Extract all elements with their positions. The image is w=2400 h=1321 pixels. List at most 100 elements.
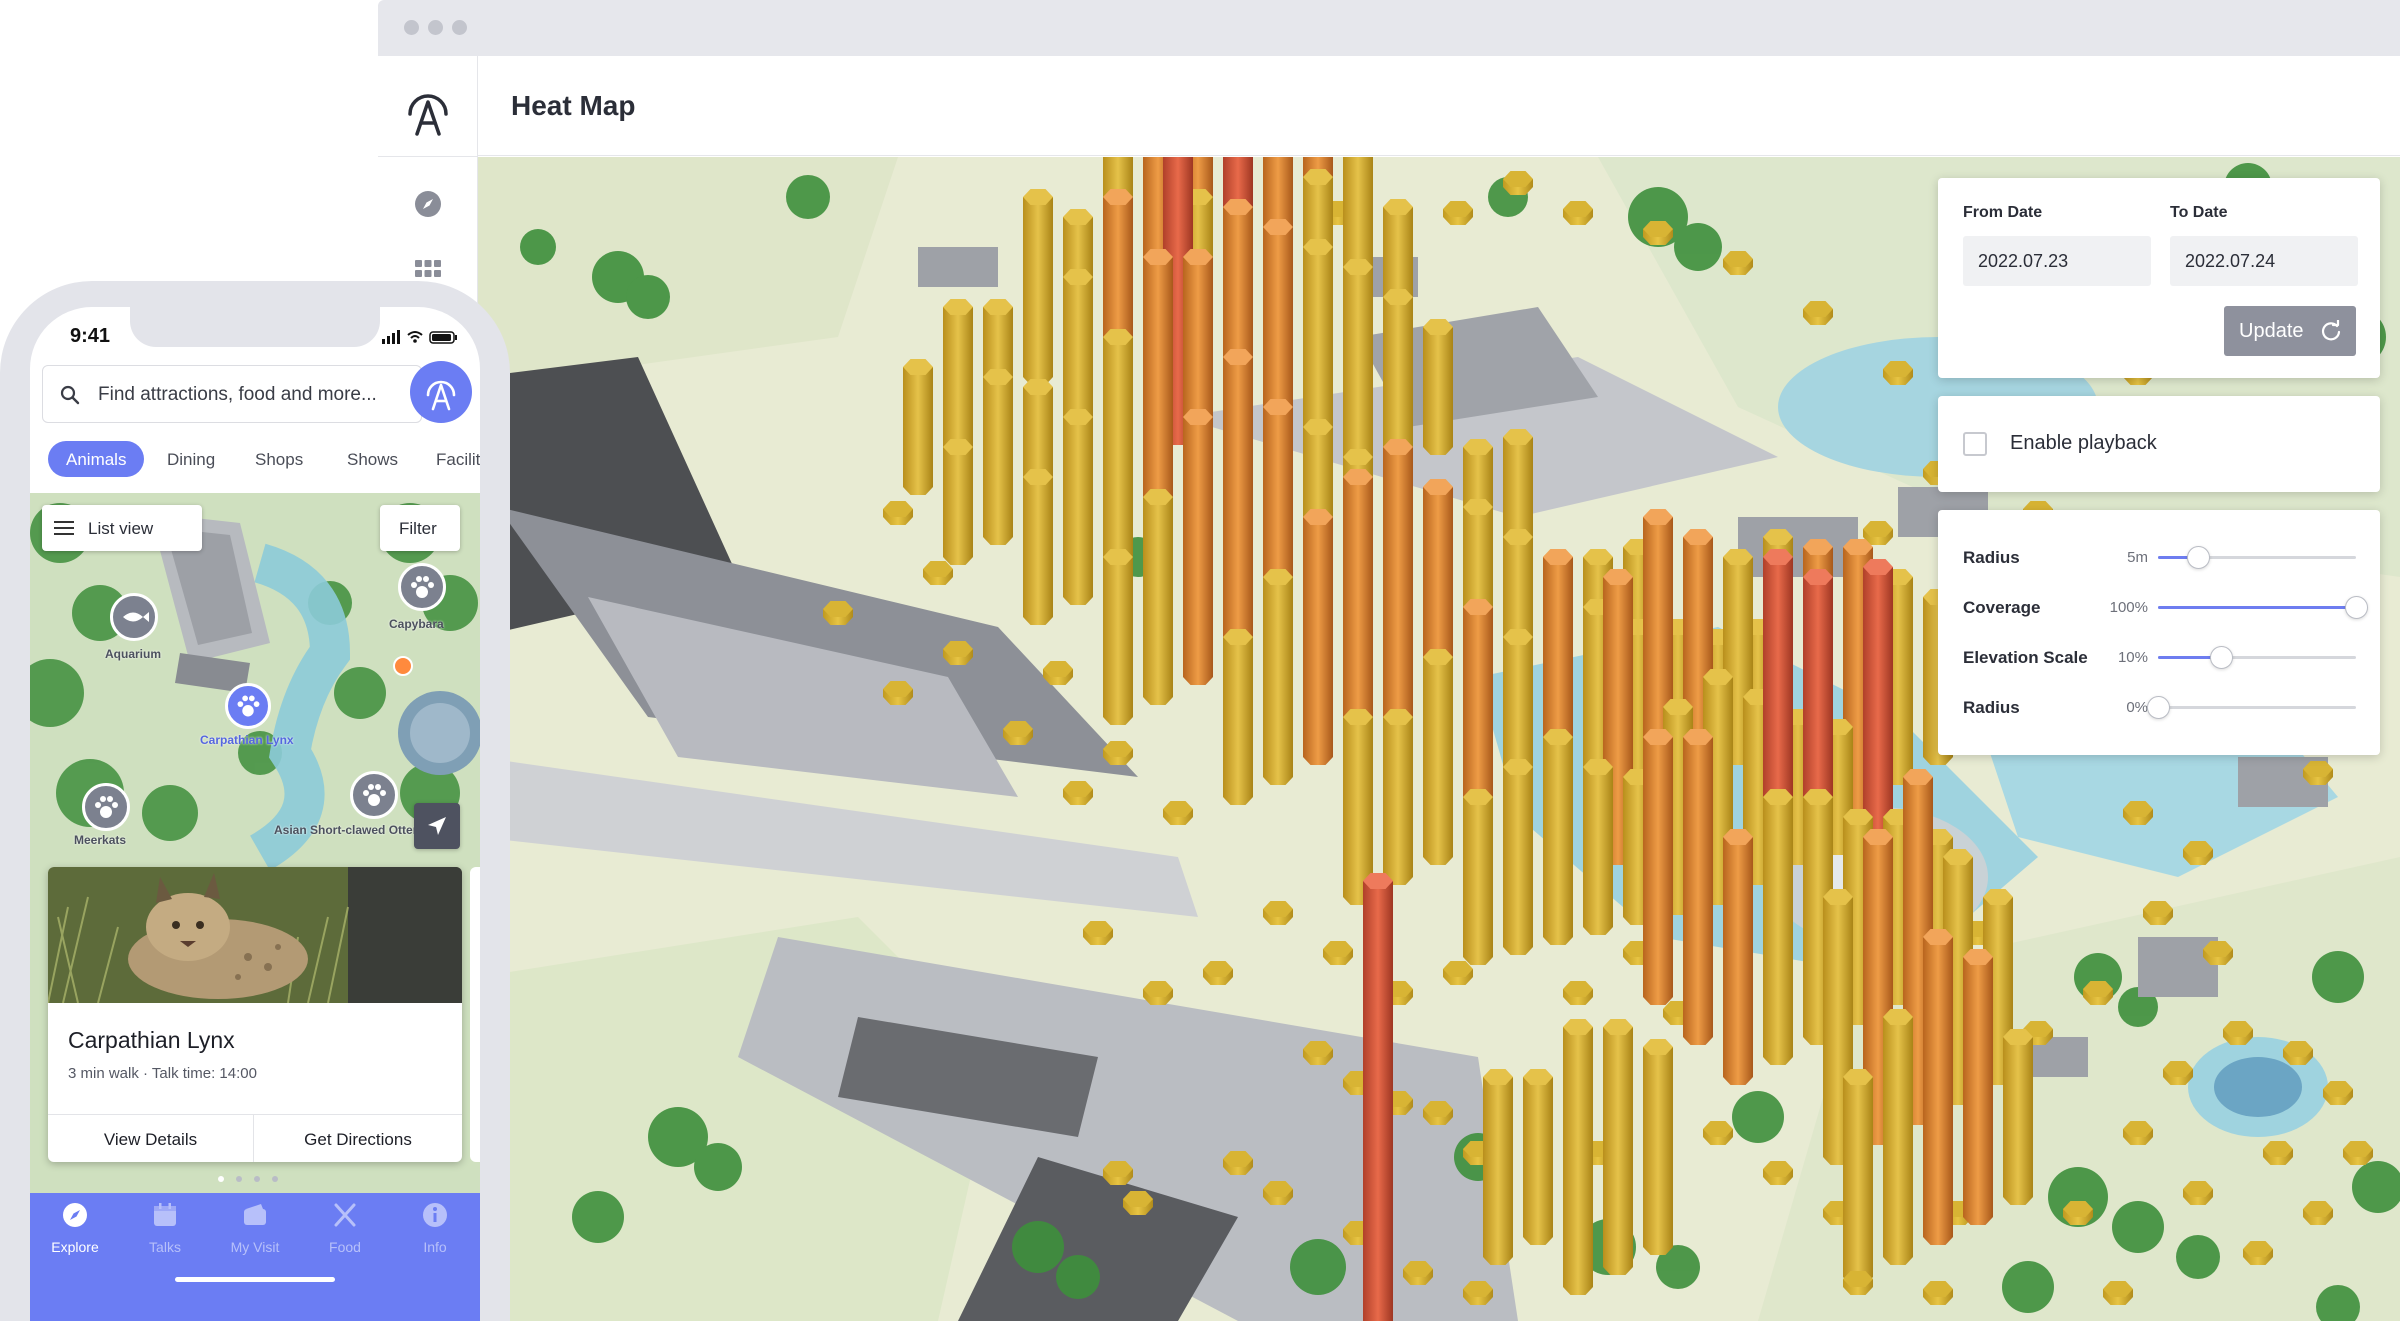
radius-percent-slider-row: Radius 0% [1938, 692, 2380, 722]
heat-column [1723, 251, 1753, 275]
tab-food[interactable]: Food [300, 1193, 390, 1273]
tab-talks[interactable]: Talks [120, 1193, 210, 1273]
list-view-button[interactable]: List view [42, 505, 202, 551]
list-view-label: List view [88, 519, 154, 538]
heat-column [1383, 439, 1413, 755]
pin-carpathian-lynx[interactable] [225, 683, 271, 729]
from-date-field[interactable]: 2022.07.23 [1963, 236, 2151, 286]
heat-column [1503, 429, 1533, 545]
heat-column [1163, 801, 1193, 825]
refresh-icon [2321, 320, 2341, 341]
heat-column [1223, 1151, 1253, 1175]
heat-column [1843, 1271, 1873, 1295]
date-range-panel: From Date To Date 2022.07.23 2022.07.24 … [1938, 178, 2380, 378]
status-icons [382, 330, 457, 344]
heat-column [983, 369, 1013, 545]
pin-meerkats[interactable] [82, 783, 130, 831]
to-date-field[interactable]: 2022.07.24 [2170, 236, 2358, 286]
heat-column [1643, 221, 1673, 245]
search-bar[interactable]: Find attractions, food and more... [42, 365, 422, 423]
heat-column [943, 641, 973, 665]
next-card-peek[interactable] [470, 867, 480, 1162]
pager-dot[interactable] [272, 1176, 278, 1182]
chip-dining[interactable]: Dining [167, 441, 215, 477]
heat-column [1043, 661, 1073, 685]
compass-icon[interactable] [410, 186, 446, 222]
heat-column [1023, 189, 1053, 385]
chip-shops[interactable]: Shops [255, 441, 303, 477]
heat-column [1323, 941, 1353, 965]
heat-column [1443, 201, 1473, 225]
stage: Heat Map From Date To Date 2022.07.23 20… [0, 0, 2400, 1321]
attraction-card[interactable]: Carpathian Lynx 3 min walk · Talk time: … [48, 867, 462, 1162]
filter-button[interactable]: Filter [380, 505, 460, 551]
heat-column [1023, 469, 1053, 625]
search-input[interactable]: Find attractions, food and more... [98, 384, 377, 406]
heat-column [1883, 1009, 1913, 1265]
app-logo-button[interactable] [410, 361, 472, 423]
window-maximize-dot[interactable] [452, 20, 467, 35]
slider-name: Radius [1963, 548, 2020, 567]
locate-button[interactable] [414, 803, 460, 849]
heat-column [1383, 289, 1413, 465]
heat-column [2143, 901, 2173, 925]
heat-column [1223, 349, 1253, 665]
heat-column [1263, 569, 1293, 785]
paw-icon [363, 784, 386, 806]
heat-column [883, 681, 913, 705]
heat-column [1423, 649, 1453, 865]
chip-shows[interactable]: Shows [347, 441, 398, 477]
heat-column [2163, 1061, 2193, 1085]
tab-info[interactable]: Info [390, 1193, 480, 1273]
get-directions-button[interactable]: Get Directions [255, 1115, 461, 1162]
heat-column [1103, 329, 1133, 585]
slider-knob[interactable] [2210, 646, 2234, 669]
pin-capybara[interactable] [398, 563, 446, 611]
heat-column [2323, 1081, 2353, 1105]
pin-aquarium[interactable] [110, 593, 158, 641]
slider-knob[interactable] [2345, 596, 2368, 619]
heat-column [1523, 1069, 1553, 1245]
fish-icon [123, 612, 149, 622]
view-details-button[interactable]: View Details [48, 1115, 254, 1162]
slider-value: 10% [2117, 649, 2148, 666]
slider-fill [2158, 606, 2356, 609]
tab-explore[interactable]: Explore [30, 1193, 120, 1273]
chip-animals[interactable]: Animals [48, 441, 145, 477]
heat-column [1883, 361, 1913, 385]
slider-value: 100% [2109, 599, 2148, 616]
radius-slider-track[interactable] [2158, 546, 2356, 569]
update-button[interactable]: Update [2224, 306, 2356, 356]
pager-dot[interactable] [236, 1176, 242, 1182]
pager-dot-active[interactable] [218, 1176, 224, 1182]
elevation-scale-slider-track[interactable] [2158, 646, 2356, 669]
heat-column [2303, 1201, 2333, 1225]
heat-column [1703, 1121, 1733, 1145]
slider-knob[interactable] [2147, 696, 2170, 719]
heat-column [1603, 1019, 1633, 1275]
heat-column [1183, 409, 1213, 685]
tab-my-visit[interactable]: My Visit [210, 1193, 300, 1273]
pin-otter[interactable] [350, 771, 398, 819]
heat-column [1263, 901, 1293, 925]
heat-column [2123, 801, 2153, 825]
window-minimize-dot[interactable] [428, 20, 443, 35]
coverage-slider-track[interactable] [2158, 596, 2368, 619]
card-actions: View Details Get Directions [48, 1114, 462, 1162]
heat-column [1103, 549, 1133, 725]
radius-percent-slider-track[interactable] [2147, 696, 2356, 719]
card-subtitle: 3 min walk · Talk time: 14:00 [68, 1065, 257, 1082]
chip-facilities[interactable]: Faciliti [436, 441, 480, 477]
heat-column [1123, 1191, 1153, 1215]
slider-knob[interactable] [2186, 546, 2210, 569]
heat-column [1463, 789, 1493, 965]
card-pager-dots [218, 1176, 278, 1184]
playback-checkbox[interactable] [1963, 432, 1987, 456]
playback-panel: Enable playback [1938, 396, 2380, 492]
heat-column [2203, 941, 2233, 965]
pager-dot[interactable] [254, 1176, 260, 1182]
heat-column [1103, 1161, 1133, 1185]
app-logo-icon[interactable] [400, 76, 456, 148]
heat-column [1063, 409, 1093, 605]
window-close-dot[interactable] [404, 20, 419, 35]
